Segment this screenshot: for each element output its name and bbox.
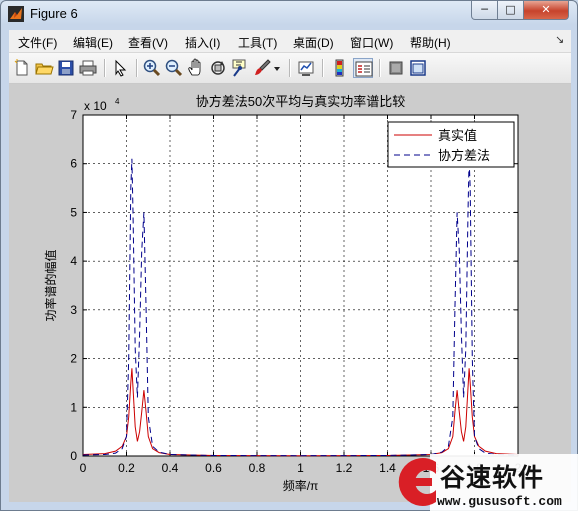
minimize-button[interactable]: ─ — [471, 1, 498, 20]
menu-insert[interactable]: 插入(I) — [185, 34, 220, 51]
maximize-button[interactable]: □ — [497, 1, 524, 20]
legend-label-true: 真实值 — [438, 128, 477, 143]
toolbar-separator — [104, 59, 106, 77]
plot-title: 协方差法50次平均与真实功率谱比较 — [196, 94, 405, 109]
x-tick-label: 0 — [80, 461, 87, 475]
y-tick-label: 7 — [70, 108, 77, 122]
insert-legend-icon[interactable] — [353, 58, 373, 78]
menu-help[interactable]: 帮助(H) — [410, 34, 451, 51]
matlab-icon — [8, 6, 24, 22]
hide-plot-tools-icon[interactable] — [386, 58, 406, 78]
toolbar-separator — [379, 59, 381, 77]
menu-edit[interactable]: 编辑(E) — [73, 34, 113, 51]
link-plot-icon[interactable] — [296, 58, 316, 78]
y-tick-label: 0 — [70, 449, 77, 463]
plot-svg: 00.20.40.60.811.21.41.61.82 01234567 协方差… — [43, 94, 522, 493]
menu-overflow-icon[interactable]: ↘ — [555, 33, 564, 46]
zoom-in-icon[interactable] — [142, 58, 162, 78]
open-file-icon[interactable] — [34, 58, 54, 78]
y-tick-label: 1 — [70, 400, 77, 414]
legend-label-covariance: 协方差法 — [438, 148, 490, 163]
y-tick-label: 3 — [70, 303, 77, 317]
toolbar-separator — [322, 59, 324, 77]
x-axis-label: 频率/π — [283, 478, 319, 493]
toolbar-separator — [136, 59, 138, 77]
menu-bar: 文件(F) 编辑(E) 查看(V) 插入(I) 工具(T) 桌面(D) 窗口(W… — [9, 30, 571, 53]
brush-icon[interactable] — [252, 58, 272, 78]
x-tick-label: 0.8 — [249, 461, 266, 475]
watermark-url: www.gususoft.com — [437, 494, 562, 509]
x-tick-label: 0.6 — [205, 461, 222, 475]
rotate-3d-icon[interactable] — [208, 58, 228, 78]
data-cursor-icon[interactable] — [230, 58, 250, 78]
insert-colorbar-icon[interactable] — [329, 58, 349, 78]
pan-icon[interactable] — [186, 58, 206, 78]
x-tick-label: 1 — [297, 461, 304, 475]
print-figure-icon[interactable] — [78, 58, 98, 78]
x-tick-label: 0.2 — [118, 461, 135, 475]
save-figure-icon[interactable] — [56, 58, 76, 78]
menu-tools[interactable]: 工具(T) — [238, 34, 277, 51]
x-tick-label: 1.2 — [336, 461, 353, 475]
legend[interactable]: 真实值 协方差法 — [387, 121, 515, 168]
menu-window[interactable]: 窗口(W) — [350, 34, 393, 51]
menu-desktop[interactable]: 桌面(D) — [293, 34, 334, 51]
zoom-out-icon[interactable] — [164, 58, 184, 78]
y-tick-label: 6 — [70, 157, 77, 171]
menu-view[interactable]: 查看(V) — [128, 34, 168, 51]
figure-toolbar — [9, 53, 571, 84]
y-tick-label: 4 — [70, 254, 77, 268]
y-tick-label: 5 — [70, 205, 77, 219]
x-tick-label: 0.4 — [162, 461, 179, 475]
toolbar-separator — [289, 59, 291, 77]
new-figure-icon[interactable] — [12, 58, 32, 78]
close-button[interactable]: ✕ — [523, 1, 569, 20]
title-bar[interactable]: Figure 6 ─ □ ✕ — [1, 1, 577, 27]
y-axis-label: 功率谱的幅值 — [43, 249, 58, 321]
window-title: Figure 6 — [30, 6, 78, 21]
y-tick-label: 2 — [70, 352, 77, 366]
figure-canvas: 00.20.40.60.811.21.41.61.82 01234567 协方差… — [9, 84, 571, 502]
watermark-text: 谷速软件 — [440, 464, 545, 492]
show-plot-tools-icon[interactable] — [408, 58, 428, 78]
y-exponent-label: x 10 — [84, 99, 107, 113]
y-exponent-power: 4 — [115, 97, 120, 106]
edit-plot-icon[interactable] — [110, 58, 130, 78]
menu-file[interactable]: 文件(F) — [18, 34, 57, 51]
figure-window: Figure 6 ─ □ ✕ 文件(F) 编辑(E) 查看(V) 插入(I) 工… — [0, 0, 578, 511]
dropdown-arrow-icon[interactable] — [272, 58, 282, 78]
